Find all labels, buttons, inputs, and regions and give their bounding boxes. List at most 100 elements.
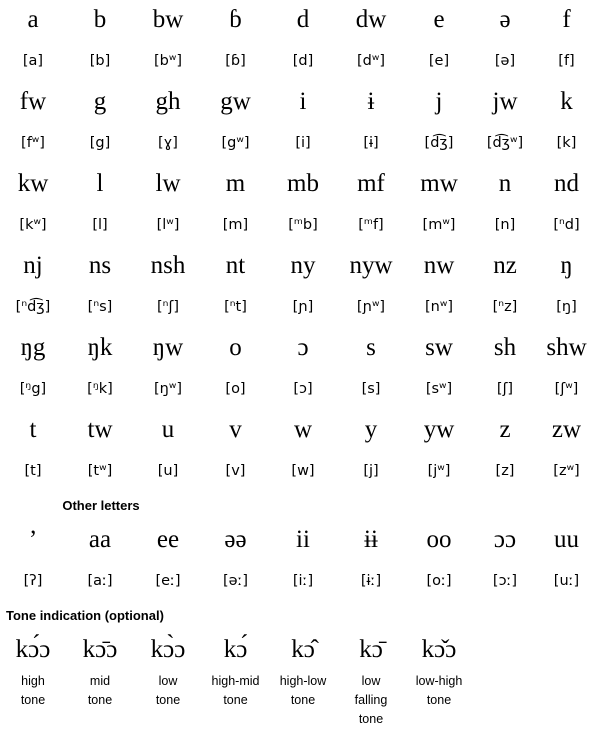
- ipa-row: [fʷ] [g] [ɣ] [gʷ] [i] [ɨ] [d͡ʒ] [d͡ʒʷ] […: [0, 122, 596, 164]
- letter-cell: e: [433, 6, 445, 33]
- letter-cell: ɓ: [229, 6, 242, 33]
- ipa-cell: [ᵐb]: [288, 217, 318, 233]
- letter-cell: y: [364, 416, 378, 443]
- letter-cell: sw: [425, 334, 453, 361]
- ipa-cell: [u]: [157, 463, 179, 479]
- tone-label-line: low: [158, 674, 178, 688]
- letter-cell: gw: [220, 88, 251, 115]
- letter-cell: ns: [88, 252, 112, 279]
- letter-cell: a: [27, 6, 39, 33]
- ipa-cell: [j]: [363, 463, 379, 479]
- letters-row: a b bw ɓ d dw e ə f: [0, 0, 596, 40]
- ipa-cell: [eː]: [155, 573, 181, 589]
- ipa-cell: [d͡ʒʷ]: [486, 135, 524, 151]
- ipa-row: [ⁿd͡ʒ] [ⁿs] [ⁿʃ] [ⁿt] [ɲ] [ɲʷ] [nʷ] [ⁿz]…: [0, 286, 596, 328]
- ipa-cell: [uː]: [553, 573, 580, 589]
- ipa-cell: [ʔ]: [23, 573, 43, 589]
- tone-label-line: falling: [354, 693, 388, 707]
- letter-cell: nsh: [150, 252, 186, 279]
- letter-cell: s: [366, 334, 376, 361]
- letter-cell: nt: [225, 252, 246, 279]
- ipa-cell: [e]: [428, 53, 450, 69]
- letter-cell: oo: [426, 526, 452, 553]
- letter-cell: ii: [296, 526, 310, 553]
- letter-cell: f: [562, 6, 571, 33]
- tone-label-line: high: [21, 674, 45, 688]
- letter-cell: ’: [28, 526, 38, 553]
- tone-letter-cell: kɔ̄: [359, 636, 383, 663]
- letter-cell: lw: [155, 170, 181, 197]
- ipa-cell: [ɲʷ]: [356, 299, 386, 315]
- ipa-cell: [kʷ]: [19, 217, 47, 233]
- letter-cell: ee: [156, 526, 180, 553]
- letter-cell: mb: [287, 170, 319, 197]
- letter-cell: nd: [554, 170, 579, 197]
- tone-label-cell: mid tone: [66, 670, 134, 729]
- tone-body: kɔ́ɔ kɔ̄ɔ kɔ̀ɔ kɔ́ kɔ̂ kɔ̄ kɔ̌ɔ high ton…: [0, 630, 596, 729]
- letters-row: t tw u v w y yw z zw: [0, 410, 596, 450]
- tone-letter-cell: kɔ́ɔ: [15, 636, 51, 663]
- letter-cell: yw: [423, 416, 455, 443]
- ipa-cell: [oː]: [426, 573, 452, 589]
- letter-cell: n: [498, 170, 512, 197]
- tone-label-line: mid: [89, 674, 111, 688]
- tone-labels-row: high tone mid tone low tone high-mid ton…: [0, 670, 596, 729]
- ipa-cell: [ɓ]: [225, 53, 246, 69]
- letter-cell: i: [299, 88, 307, 115]
- ipa-cell: [ⁿs]: [87, 299, 113, 315]
- ipa-cell: [ⁿd]: [553, 217, 580, 233]
- letter-cell: zw: [551, 416, 582, 443]
- letter-cell: fw: [19, 88, 47, 115]
- letter-cell: nz: [493, 252, 517, 279]
- ipa-cell: [k]: [556, 135, 577, 151]
- letter-cell: u: [161, 416, 175, 443]
- tone-label-line: tone: [290, 693, 316, 707]
- ipa-row: [ᵑg] [ᵑk] [ŋʷ] [o] [ɔ] [s] [sʷ] [ʃ] [ʃʷ]: [0, 368, 596, 410]
- ipa-cell: [o]: [225, 381, 246, 397]
- ipa-row: [a] [b] [bʷ] [ɓ] [d] [dʷ] [e] [ə] [f]: [0, 40, 596, 82]
- ipa-cell: [ᵑg]: [19, 381, 47, 397]
- letter-cell: o: [229, 334, 242, 361]
- tone-heading: Tone indication (optional): [6, 608, 164, 623]
- letter-cell: ŋ: [560, 252, 573, 279]
- letter-cell: t: [29, 416, 37, 443]
- tone-label-line: low-high: [415, 674, 463, 688]
- ipa-cell: [ⁿt]: [224, 299, 247, 315]
- ipa-cell: [ⁿʃ]: [157, 299, 179, 315]
- tone-label-line: tone: [426, 693, 452, 707]
- letter-cell: m: [225, 170, 246, 197]
- other-letters-heading: Other letters: [62, 498, 140, 513]
- letter-cell: nw: [423, 252, 455, 279]
- ipa-cell: [ⁿd͡ʒ]: [15, 299, 51, 315]
- letter-cell: l: [96, 170, 104, 197]
- tone-label-cell: low falling tone: [337, 670, 405, 729]
- ipa-cell: [ɨː]: [360, 573, 382, 589]
- main-alphabet-body: a b bw ɓ d dw e ə f [a] [b] [bʷ] [ɓ] [d]…: [0, 0, 596, 630]
- letter-cell: bw: [152, 6, 184, 33]
- tone-letter-cell: kɔ̀ɔ: [150, 636, 186, 663]
- ipa-cell: [fʷ]: [21, 135, 45, 151]
- tone-label-line: low: [361, 674, 381, 688]
- letter-cell: tw: [87, 416, 113, 443]
- tone-letters-row: kɔ́ɔ kɔ̄ɔ kɔ̀ɔ kɔ́ kɔ̂ kɔ̄ kɔ̌ɔ: [0, 630, 596, 670]
- ipa-cell: [d]: [292, 53, 314, 69]
- letter-cell: gh: [155, 88, 181, 115]
- letter-cell: ɔɔ: [493, 526, 517, 553]
- letters-row: fw g gh gw i ɨ j jw k: [0, 82, 596, 122]
- alphabet-chart: a b bw ɓ d dw e ə f [a] [b] [bʷ] [ɓ] [d]…: [0, 0, 596, 729]
- tone-letter-cell: kɔ́: [223, 636, 248, 663]
- tone-spacer-cell: [473, 630, 596, 670]
- ipa-cell: [ŋ]: [556, 299, 577, 315]
- main-alphabet-table: a b bw ɓ d dw e ə f [a] [b] [bʷ] [ɓ] [d]…: [0, 0, 596, 630]
- other-letters-row: ’ aa ee əə ii ɨɨ oo ɔɔ uu: [0, 520, 596, 560]
- letter-cell: b: [93, 6, 107, 33]
- letter-cell: əə: [224, 526, 247, 553]
- ipa-cell: [aː]: [87, 573, 113, 589]
- letter-cell: sh: [493, 334, 517, 361]
- tone-label-cell: high-mid tone: [202, 670, 269, 729]
- ipa-cell: [m]: [222, 217, 249, 233]
- letter-cell: ŋg: [20, 334, 46, 361]
- ipa-row: [kʷ] [l] [lʷ] [m] [ᵐb] [ᵐf] [mʷ] [n] [ⁿd…: [0, 204, 596, 246]
- letter-cell: kw: [17, 170, 49, 197]
- letter-cell: mw: [420, 170, 458, 197]
